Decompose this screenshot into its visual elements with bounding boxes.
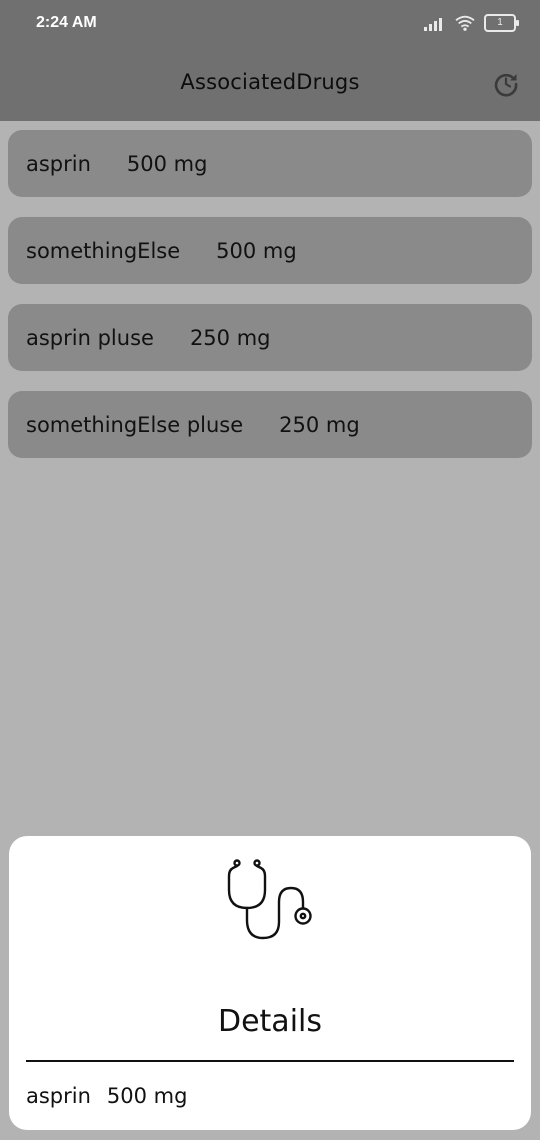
drug-strength: 250 mg <box>279 412 360 437</box>
app-bar: AssociatedDrugs <box>0 46 540 121</box>
status-icons: 1 <box>424 14 519 32</box>
status-time: 2:24 AM <box>36 14 97 31</box>
signal-icon <box>424 15 446 31</box>
battery-icon: 1 <box>484 14 519 32</box>
list-item[interactable]: asprin pluse 250 mg <box>8 304 532 371</box>
drug-name: asprin pluse <box>26 325 154 350</box>
drug-strength: 500 mg <box>126 151 208 176</box>
drug-name: asprin <box>26 151 91 176</box>
list-item[interactable]: somethingElse pluse 250 mg <box>8 391 532 458</box>
drug-list: asprin 500 mg somethingElse 500 mg aspri… <box>8 130 532 478</box>
stethoscope-icon <box>227 859 312 940</box>
selected-drug-detail: asprin 500 mg <box>26 1084 187 1108</box>
details-bottom-sheet: Details asprin 500 mg <box>9 836 531 1130</box>
refresh-icon[interactable] <box>492 70 520 98</box>
drug-strength: 250 mg <box>189 325 271 350</box>
list-item[interactable]: asprin 500 mg <box>8 130 532 197</box>
list-item[interactable]: somethingElse 500 mg <box>8 217 532 284</box>
drug-name: somethingElse pluse <box>26 412 244 437</box>
details-title: Details <box>217 1004 322 1039</box>
wifi-icon <box>455 15 475 31</box>
drug-strength: 500 mg <box>216 238 297 263</box>
status-bar: 2:24 AM 1 <box>0 0 540 46</box>
drug-name: somethingElse <box>26 238 181 263</box>
divider <box>26 1060 514 1062</box>
selected-drug-strength: 500 mg <box>106 1084 188 1108</box>
app-title: AssociatedDrugs <box>180 70 360 94</box>
selected-drug-name: asprin <box>26 1084 91 1108</box>
